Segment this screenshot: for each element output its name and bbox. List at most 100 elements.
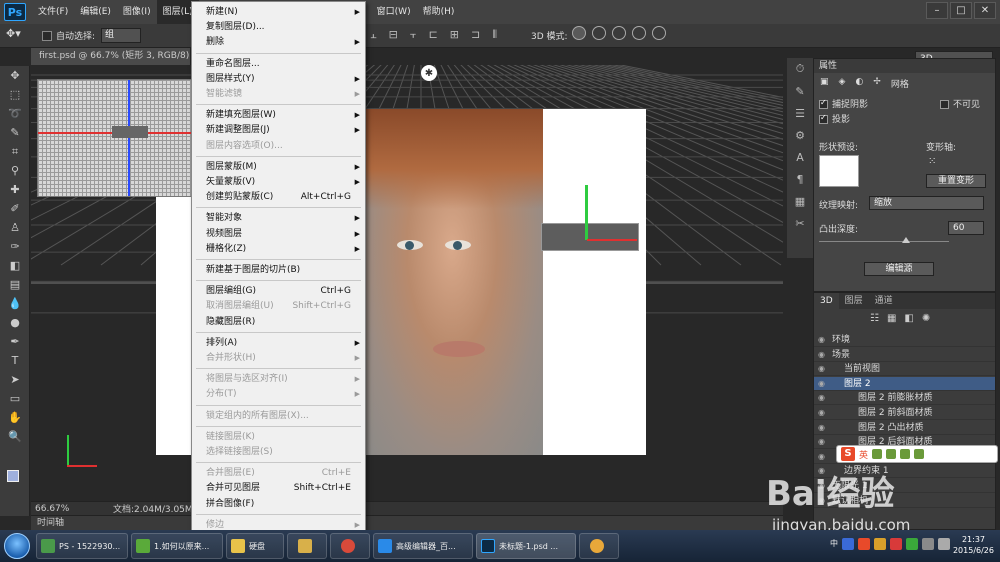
canvas-area[interactable]: ✱ [31,65,783,501]
layer-menu-item[interactable]: 新建调整图层(J) ▶ [192,123,365,138]
layer-menu-item[interactable]: 图层样式(Y) ▶ [192,72,365,87]
layer-menu-item[interactable]: 新建(N) ▶ [192,5,365,20]
3d-extruded-object[interactable] [541,223,639,251]
maximize-button[interactable]: □ [950,2,972,19]
foreground-color-swatch[interactable] [7,470,19,482]
align-right-icon[interactable]: ⊐ [471,28,480,42]
visibility-eye-icon[interactable]: ◉ [818,362,825,376]
invisible-checkbox[interactable] [940,100,949,109]
visibility-eye-icon[interactable]: ◉ [818,377,825,391]
taskbar-item-doc[interactable]: 1.如何以原来... [131,533,223,559]
layer-menu-item[interactable]: 视频图层 ▶ [192,227,365,242]
path-select-tool-icon[interactable]: ➤ [0,370,30,389]
ime-tools-icon[interactable] [914,449,925,459]
extrusion-depth-slider-knob[interactable] [902,237,910,243]
ime-indicator[interactable]: 中 [830,538,838,550]
zoom-level[interactable]: 66.67% [35,504,69,514]
layer-menu-item[interactable]: 新建填充图层(W) ▶ [192,108,365,123]
layer-menu-item[interactable]: 复制图层(D)... [192,20,365,35]
sogou-ime-icon[interactable]: S [841,447,855,461]
scene-tree-row[interactable]: ◉ 图层 2 前斜面材质 [814,406,995,420]
slide-3d-icon[interactable] [632,26,646,40]
deform-axis-grid-icon[interactable]: ⁙ [928,156,936,167]
drag-3d-icon[interactable] [612,26,626,40]
meshes-icon[interactable]: ▦ [887,313,896,324]
layer-menu-item[interactable]: 合并可见图层 Shift+Ctrl+E [192,481,365,496]
eraser-tool-icon[interactable]: ◧ [0,256,30,275]
swatches-panel-icon[interactable]: ▦ [787,190,813,212]
pen-tool-icon[interactable]: ✒ [0,332,30,351]
layer-menu-item[interactable]: 新建基于图层的切片(B) [192,263,365,278]
auto-select-dropdown[interactable]: 组 [101,28,142,43]
taskbar-item-ps-folder[interactable]: PS - 1522930... [36,533,128,559]
scene-tree-row[interactable]: ◉ 当前视图 [814,362,995,377]
brush-tool-icon[interactable]: ✐ [0,199,30,218]
taskbar-item-editor[interactable]: 高级编辑器_百... [373,533,473,559]
timeline-tab[interactable]: 时间轴 [31,515,783,530]
visibility-eye-icon[interactable]: ◉ [818,406,825,420]
layer-menu-item[interactable]: 图层蒙版(M) ▶ [192,160,365,175]
brush-panel-icon[interactable]: ✎ [787,80,813,102]
light-source-icon[interactable]: ✱ [421,65,437,81]
stamp-tool-icon[interactable]: ♙ [0,218,30,237]
move-tool-icon[interactable]: ✥ [0,66,30,85]
layer-menu-item[interactable]: 隐藏图层(R) [192,315,365,330]
3d-gizmo-x-axis[interactable] [587,239,637,241]
whole-scene-icon[interactable]: ☷ [870,313,879,324]
menu-help[interactable]: 帮助(H) [417,0,461,24]
tool-presets-icon[interactable]: ⚙ [787,124,813,146]
layer-menu-item[interactable]: 排列(A) ▶ [192,336,365,351]
catch-shadows-row[interactable]: 捕捉阴影 [819,97,868,110]
clock[interactable]: 21:37 2015/6/26 [953,534,994,556]
layer-menu-item[interactable]: 拼合图像(F) [192,497,365,512]
menu-edit[interactable]: 编辑(E) [74,0,117,24]
visibility-eye-icon[interactable]: ◉ [818,421,825,435]
taskbar-item-disk[interactable]: 硬盘 [226,533,284,559]
sogou-tray-icon[interactable] [858,538,870,550]
ime-soft-keyboard-icon[interactable] [886,449,897,459]
minimize-button[interactable]: – [926,2,948,19]
taskbar-item-explorer[interactable] [287,533,327,559]
cast-shadows-checkbox[interactable] [819,115,828,124]
network-icon[interactable] [922,538,934,550]
scale-3d-icon[interactable] [652,26,666,40]
visibility-eye-icon[interactable]: ◉ [818,391,825,405]
close-button[interactable]: ✕ [974,2,996,19]
menu-file[interactable]: 文件(F) [32,0,74,24]
menu-image[interactable]: 图像(I) [117,0,157,24]
layer-menu-item[interactable]: 删除 ▶ [192,35,365,50]
start-button[interactable] [4,533,30,559]
healing-tool-icon[interactable]: ✚ [0,180,30,199]
taskbar-item-palette[interactable] [579,533,619,559]
eyedropper-tool-icon[interactable]: ⚲ [0,161,30,180]
app-tray-icon[interactable] [890,538,902,550]
lasso-tool-icon[interactable]: ➰ [0,104,30,123]
tab-layers[interactable]: 图层 [839,293,869,309]
cap-tab-icon[interactable]: ◐ [855,77,863,90]
reset-deform-button[interactable]: 重置变形 [926,174,986,188]
tools-panel-icon[interactable]: ✂ [787,212,813,234]
invisible-row[interactable]: 不可见 [940,97,980,110]
quick-select-tool-icon[interactable]: ✎ [0,123,30,142]
visibility-eye-icon[interactable]: ◉ [818,333,825,347]
layer-menu-item[interactable]: 创建剪贴蒙版(C) Alt+Ctrl+G [192,190,365,205]
catch-shadows-checkbox[interactable] [819,100,828,109]
layer-menu-item[interactable]: 栅格化(Z) ▶ [192,242,365,257]
align-bottom-icon[interactable]: ⫟ [410,28,417,42]
scene-tree-row[interactable]: ◉ 图层 2 凸出材质 [814,421,995,435]
dodge-tool-icon[interactable]: ● [0,313,30,332]
scene-tree-row[interactable]: ◉ 场景 [814,348,995,362]
mesh-tab-icon[interactable]: ▣ [820,77,829,90]
marquee-tool-icon[interactable]: ⬚ [0,85,30,104]
layer-menu-item[interactable]: 智能对象 ▶ [192,211,365,226]
adjustments-panel-icon[interactable]: ☰ [787,102,813,124]
update-icon[interactable] [906,538,918,550]
align-center-icon[interactable]: ⊞ [450,28,459,42]
distribute-icon[interactable]: ⦀ [492,28,497,42]
auto-select-checkbox[interactable] [42,30,52,41]
paragraph-panel-icon[interactable]: ¶ [787,168,813,190]
taskbar-item-chrome[interactable] [330,533,370,559]
document-tab[interactable]: first.psd @ 66.7% (矩形 3, RGB/8) * [31,48,191,78]
rotate-3d-icon[interactable] [572,26,586,40]
help-icon[interactable] [842,538,854,550]
